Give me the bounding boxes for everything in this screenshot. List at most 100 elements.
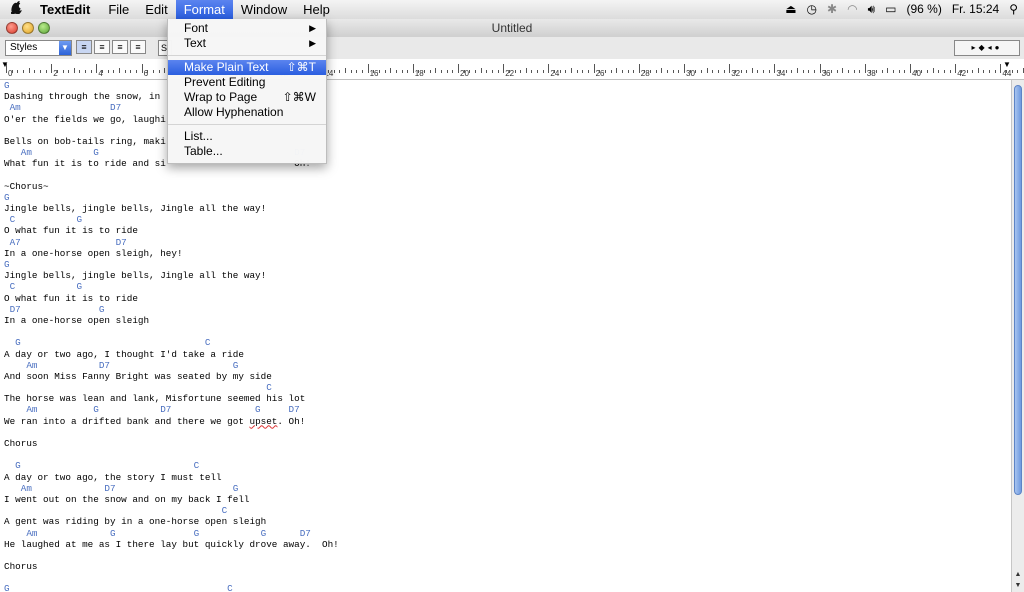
chord-line[interactable]: G C — [4, 583, 339, 592]
right-margin-marker[interactable]: ▼ — [1003, 60, 1011, 69]
left-margin-marker[interactable]: ▼ — [1, 60, 9, 69]
lyric-line[interactable]: O what fun it is to ride — [4, 293, 339, 304]
menu-item-make-plain-text[interactable]: Make Plain Text ⇧⌘T — [168, 60, 326, 75]
time-machine-icon[interactable]: ◷ — [807, 0, 817, 19]
chord-line[interactable]: Am D7 G — [4, 360, 339, 371]
volume-icon[interactable]: 🔊︎ — [868, 0, 876, 19]
scroll-up-arrow-icon[interactable]: ▲ — [1013, 570, 1023, 580]
lyric-line[interactable]: ~Chorus~ — [4, 181, 339, 192]
scroll-down-arrow-icon[interactable]: ▼ — [1013, 581, 1023, 591]
ruler-minor-tick — [469, 70, 471, 73]
lyric-line[interactable]: In a one-horse open sleigh — [4, 315, 339, 326]
menu-item-label: Allow Hyphenation — [184, 105, 284, 119]
ruler-minor-tick — [740, 70, 742, 73]
menu-help[interactable]: Help — [295, 0, 338, 19]
lyric-line[interactable]: Chorus — [4, 561, 339, 572]
lyric-line[interactable]: Jingle bells, jingle bells, Jingle all t… — [4, 203, 339, 214]
apple-menu-icon[interactable] — [0, 0, 34, 19]
lyric-line[interactable]: He laughed at me as I there lay but quic… — [4, 539, 339, 550]
menu-item-wrap-to-page[interactable]: Wrap to Page ⇧⌘W — [168, 90, 326, 105]
ruler-minor-tick — [45, 70, 47, 73]
menu-item-allow-hyphenation[interactable]: Allow Hyphenation — [168, 105, 326, 120]
menu-file[interactable]: File — [100, 0, 137, 19]
ruler[interactable]: 0246810121416182022242628303234363840424… — [0, 59, 1024, 80]
ruler-minor-tick — [356, 70, 358, 73]
menu-bar: TextEdit File Edit Format Window Help ⏏ … — [0, 0, 1024, 20]
lyric-line[interactable]: In a one-horse open sleigh, hey! — [4, 248, 339, 259]
lyric-line[interactable]: We ran into a drifted bank and there we … — [4, 416, 339, 427]
align-justify-button[interactable]: ≡ — [112, 40, 128, 54]
lyric-line[interactable] — [4, 572, 339, 583]
eject-icon[interactable]: ⏏ — [785, 0, 796, 19]
chord-line[interactable]: A7 D7 — [4, 237, 339, 248]
menu-format[interactable]: Format — [175, 0, 233, 19]
ruler-minor-tick — [350, 70, 352, 73]
lyric-line[interactable]: Chorus — [4, 438, 339, 449]
ruler-minor-tick — [627, 70, 629, 73]
lyric-line[interactable]: The horse was lean and lank, Misfortune … — [4, 393, 339, 404]
lyric-line[interactable] — [4, 170, 339, 181]
chord-line[interactable]: C — [4, 505, 339, 516]
chord-line[interactable]: G C — [4, 460, 339, 471]
menu-item-table[interactable]: Table... — [168, 144, 326, 159]
menu-item-font[interactable]: Font ▶ — [168, 21, 326, 36]
lyric-line[interactable] — [4, 550, 339, 561]
lyric-line[interactable]: A gent was riding by in a one-horse open… — [4, 516, 339, 527]
ruler-tick — [96, 64, 98, 73]
menu-item-list[interactable]: List... — [168, 129, 326, 144]
lyric-line[interactable]: And soon Miss Fanny Bright was seated by… — [4, 371, 339, 382]
menu-app-textedit[interactable]: TextEdit — [34, 0, 100, 19]
chord-line[interactable]: C — [4, 382, 339, 393]
align-right-button[interactable]: ≡ — [130, 40, 146, 54]
ruler-tick — [548, 64, 550, 73]
wifi-icon[interactable]: ◠ — [847, 0, 857, 19]
align-center-button[interactable]: ≡ — [94, 40, 110, 54]
menu-window[interactable]: Window — [233, 0, 295, 19]
chord-line[interactable]: C G — [4, 281, 339, 292]
lyric-line[interactable]: A day or two ago, the story I must tell — [4, 472, 339, 483]
menu-item-text[interactable]: Text ▶ — [168, 36, 326, 51]
ruler-minor-tick — [813, 70, 815, 73]
align-left-button[interactable]: ≡ — [76, 40, 92, 54]
ruler-minor-tick — [1011, 70, 1013, 73]
chord-line[interactable]: Am D7 G — [4, 483, 339, 494]
lyric-line[interactable] — [4, 427, 339, 438]
lyric-line[interactable]: I went out on the snow and on my back I … — [4, 494, 339, 505]
ruler-minor-tick — [565, 70, 567, 73]
menu-edit[interactable]: Edit — [137, 0, 175, 19]
chord-line[interactable]: Am G D7 G D7 — [4, 404, 339, 415]
chord-line[interactable]: G — [4, 192, 339, 203]
lyric-line[interactable]: O what fun it is to ride — [4, 225, 339, 236]
ruler-minor-tick — [90, 70, 92, 73]
chord-line[interactable]: G — [4, 259, 339, 270]
clock[interactable]: Fr. 15:24 — [952, 0, 999, 19]
menu-item-prevent-editing[interactable]: Prevent Editing — [168, 75, 326, 90]
ruler-minor-tick — [678, 70, 680, 73]
scrollbar-thumb[interactable] — [1014, 85, 1022, 495]
lyric-line[interactable] — [4, 449, 339, 460]
ruler-minor-tick — [966, 70, 968, 73]
chord-line[interactable]: D7 G — [4, 304, 339, 315]
ruler-minor-tick — [768, 70, 770, 73]
text-document[interactable]: G Dashing through the snow, in Am D7 O'er … — [0, 80, 1012, 592]
chord-line[interactable]: Am G G G D7 — [4, 528, 339, 539]
lyric-line[interactable] — [4, 326, 339, 337]
chord-line[interactable]: G C — [4, 337, 339, 348]
styles-popup[interactable]: Styles ▼ — [5, 40, 72, 56]
ruler-tick — [638, 64, 640, 73]
format-menu-dropdown: Font ▶ Text ▶ Make Plain Text ⇧⌘T Prevent Edit… — [167, 19, 327, 164]
bluetooth-icon[interactable]: ✱ — [827, 0, 837, 19]
misspelled-word[interactable]: upset — [249, 416, 277, 427]
lyric-line[interactable]: A day or two ago, I thought I'd take a r… — [4, 349, 339, 360]
ruler-minor-tick — [915, 70, 917, 73]
menu-separator — [168, 124, 326, 125]
window-title-bar[interactable]: Untitled — [0, 19, 1024, 38]
lyric-line[interactable]: Jingle bells, jingle bells, Jingle all t… — [4, 270, 339, 281]
chord-line[interactable]: C G — [4, 214, 339, 225]
tab-stops-well[interactable]: ▸◆◂● — [954, 40, 1020, 56]
vertical-scrollbar[interactable]: ▲ ▼ — [1011, 80, 1024, 592]
ruler-minor-tick — [672, 70, 674, 73]
battery-icon[interactable]: ▭ — [885, 0, 896, 19]
spotlight-search-icon[interactable]: ⚲ — [1009, 0, 1018, 19]
ruler-minor-tick — [932, 68, 934, 73]
